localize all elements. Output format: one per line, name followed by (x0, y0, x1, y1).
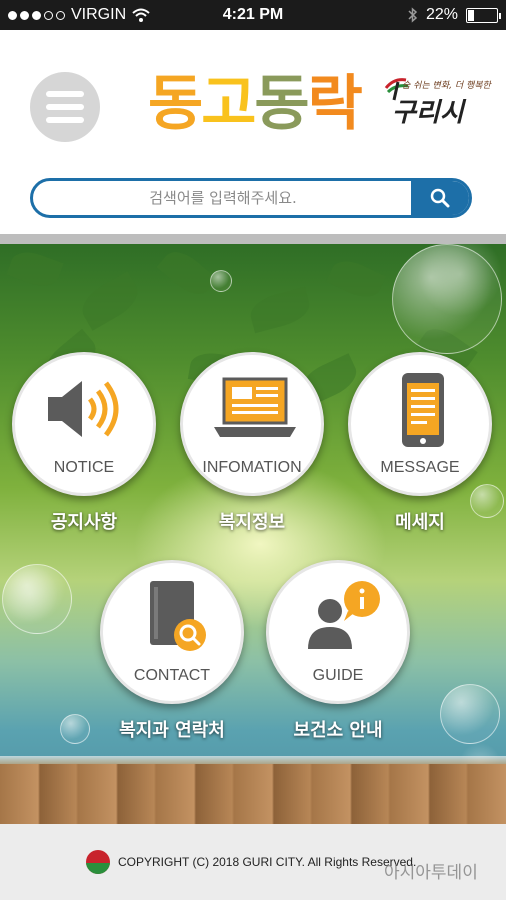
copyright-text: COPYRIGHT (C) 2018 GURI CITY. All Rights… (118, 855, 417, 869)
search-icon (430, 188, 450, 208)
notice-label[interactable]: 공지사항 (12, 508, 156, 534)
search-input[interactable] (33, 181, 413, 215)
book-search-icon (150, 581, 206, 651)
guri-city-logo[interactable]: 숨 쉬는 변화, 더 행복한 구리시 (384, 76, 491, 132)
main-menu-area: NOTICE 공지사항 INFOMATION 복지정보 MESSAGE 메세지 … (0, 244, 506, 824)
contact-label[interactable]: 복지과 연락처 (100, 716, 244, 742)
guide-caption: GUIDE (312, 667, 364, 684)
information-label[interactable]: 복지정보 (180, 508, 324, 534)
notice-button[interactable]: NOTICE (12, 352, 156, 496)
logo-char: 고 (201, 69, 256, 139)
message-button[interactable]: MESSAGE (348, 352, 492, 496)
information-button[interactable]: INFOMATION (180, 352, 324, 496)
logo-char: 동 (254, 69, 309, 139)
wooden-floor (0, 764, 506, 824)
guri-emblem-icon (86, 850, 110, 874)
guide-button[interactable]: GUIDE (266, 560, 410, 704)
watermark: 아시아투데이 (384, 863, 478, 883)
status-bar: VIRGIN 4:21 PM 22% (0, 0, 506, 30)
hamburger-menu-button[interactable] (30, 72, 100, 142)
person-info-icon (308, 581, 380, 649)
search-bar (30, 178, 472, 218)
contact-caption: CONTACT (133, 667, 211, 684)
notice-caption: NOTICE (53, 459, 115, 476)
footer: COPYRIGHT (C) 2018 GURI CITY. All Rights… (0, 824, 506, 900)
battery-icon (466, 7, 501, 23)
battery-percent: 22% (425, 6, 458, 23)
city-name: 구리시 (392, 98, 464, 128)
app-logo[interactable]: 동고동락 (148, 68, 363, 140)
laptop-icon (214, 377, 296, 437)
bluetooth-icon (408, 7, 418, 23)
app-header: 동고동락 숨 쉬는 변화, 더 행복한 구리시 (0, 30, 506, 235)
guide-label[interactable]: 보건소 안내 (266, 716, 410, 742)
logo-char: 동 (148, 69, 203, 139)
speaker-icon (48, 381, 119, 437)
message-label[interactable]: 메세지 (348, 508, 492, 534)
status-right: 22% (408, 6, 501, 24)
header-divider (0, 234, 506, 244)
information-caption: INFOMATION (202, 459, 302, 476)
contact-button[interactable]: CONTACT (100, 560, 244, 704)
logo-char: 락 (307, 69, 363, 139)
smartphone-icon (402, 373, 444, 447)
city-slogan: 숨 쉬는 변화, 더 행복한 (402, 81, 491, 91)
search-button[interactable] (411, 181, 469, 215)
message-caption: MESSAGE (380, 459, 460, 476)
